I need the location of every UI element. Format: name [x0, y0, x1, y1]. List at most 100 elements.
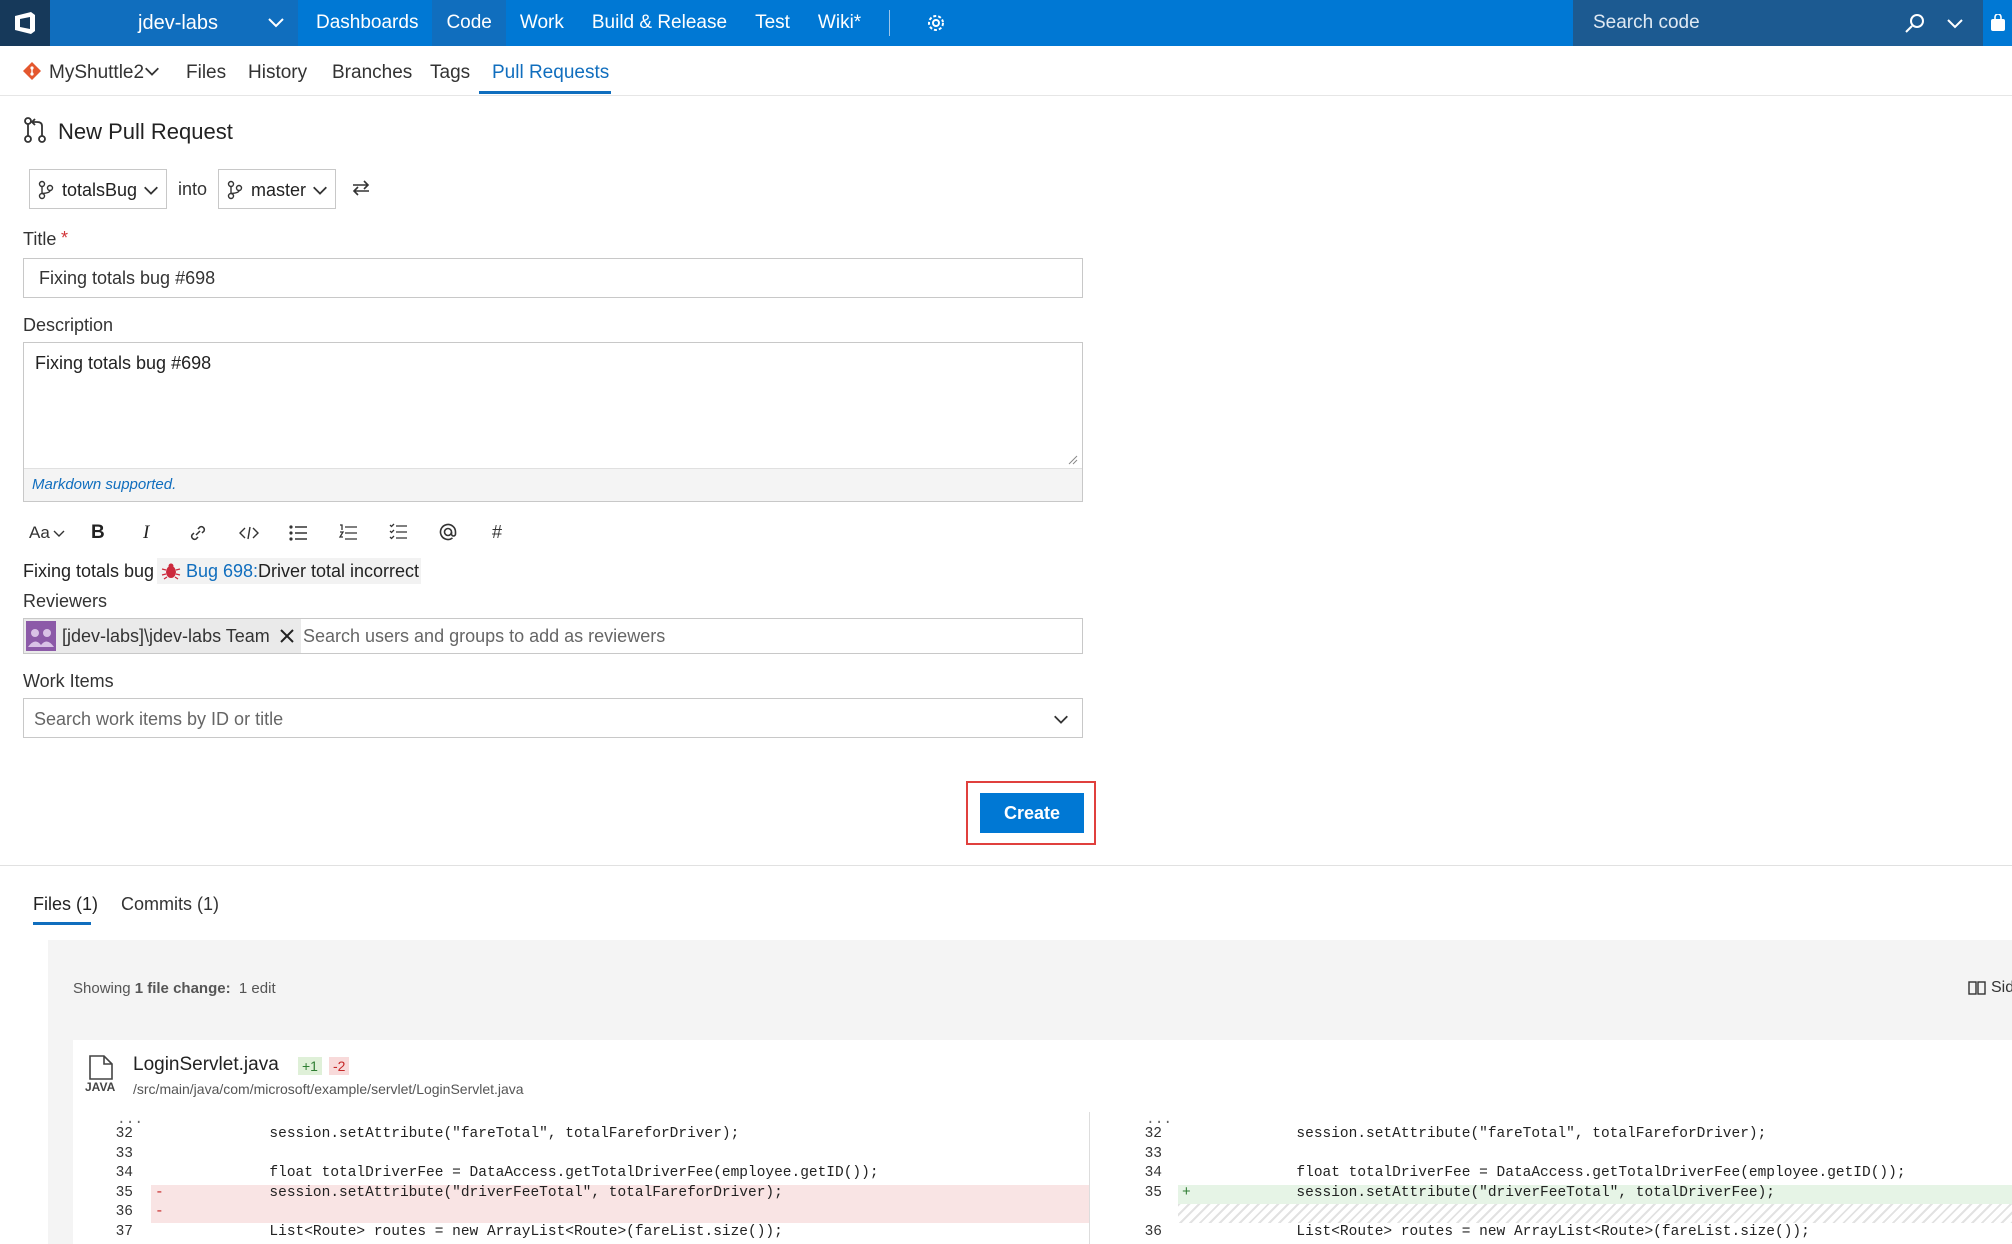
description-container: Fixing totals bug #698 Markdown supporte…	[23, 342, 1083, 502]
file-diff-card: JAVA LoginServlet.java +1 -2 /src/main/j…	[73, 1040, 2012, 1244]
title-input-value: Fixing totals bug #698	[39, 268, 216, 288]
empty-line-placeholder	[1178, 1204, 2012, 1223]
target-branch-dropdown[interactable]: master	[218, 169, 336, 209]
subnav-branches[interactable]: Branches	[332, 62, 412, 84]
line-number: 36	[115, 1204, 133, 1220]
line-number: 37	[115, 1223, 133, 1240]
line-number: 33	[115, 1145, 133, 1162]
mention-icon[interactable]	[438, 522, 458, 542]
link-icon[interactable]	[188, 523, 208, 543]
view-toggle-label[interactable]: Sid	[1991, 979, 2012, 997]
bold-button[interactable]: B	[91, 522, 105, 544]
repo-selector[interactable]: MyShuttle2	[49, 62, 144, 84]
pull-request-icon	[24, 117, 46, 143]
active-tab-underline	[479, 91, 611, 94]
subnav-files[interactable]: Files	[186, 62, 226, 84]
bug-icon	[161, 563, 181, 580]
file-name[interactable]: LoginServlet.java	[133, 1054, 279, 1076]
search-code-box[interactable]: Search code	[1573, 0, 1983, 46]
subnav-pull-requests[interactable]: Pull Requests	[492, 62, 609, 84]
nav-divider	[889, 10, 890, 36]
line-number: 32	[115, 1126, 133, 1142]
numbered-list-icon[interactable]	[338, 523, 358, 543]
nav-test[interactable]: Test	[741, 0, 804, 46]
subnav-history[interactable]: History	[248, 62, 307, 84]
nav-code[interactable]: Code	[432, 0, 506, 46]
work-items-search[interactable]: Search work items by ID or title	[23, 698, 1083, 738]
diff-line: 34 float totalDriverFee = DataAccess.get…	[1090, 1165, 2012, 1184]
line-number: 34	[1144, 1165, 1162, 1181]
bulleted-list-icon[interactable]	[288, 523, 308, 543]
close-icon[interactable]	[279, 628, 295, 644]
reviewers-input[interactable]: [jdev-labs]\jdev-labs Team Search users …	[23, 618, 1083, 654]
code-text: session.setAttribute("driverFeeTotal", t…	[165, 1184, 783, 1201]
chevron-down-icon[interactable]	[143, 62, 161, 80]
line-number: 36	[1144, 1223, 1162, 1240]
line-number: 35	[115, 1184, 133, 1201]
markdown-hint[interactable]: Markdown supported.	[32, 476, 176, 493]
description-label: Description	[23, 315, 114, 335]
chevron-down-icon[interactable]	[1052, 710, 1070, 728]
linked-bug-chip[interactable]: Bug 698: Driver total incorrect	[157, 558, 421, 584]
linked-text: Fixing totals bug	[23, 561, 155, 581]
vsts-logo[interactable]	[0, 0, 50, 46]
top-bar: jdev-labs Dashboards Code Work Build & R…	[0, 0, 2012, 46]
target-branch-name: master	[251, 180, 307, 200]
linked-bug-title: Driver total incorrect	[258, 561, 420, 581]
diff-line: 35 - session.setAttribute("driverFeeTotal…	[73, 1184, 1089, 1204]
work-item-hashtag-button[interactable]: #	[492, 522, 502, 543]
nav-work[interactable]: Work	[506, 0, 578, 46]
italic-button[interactable]: I	[143, 522, 149, 544]
chevron-down-icon	[313, 186, 327, 195]
subnav-tags[interactable]: Tags	[430, 62, 470, 84]
diff-line: 32 session.setAttribute("fareTotal", tot…	[1090, 1126, 2012, 1145]
gear-icon[interactable]	[924, 11, 948, 35]
shopping-bag-icon	[1990, 14, 2005, 31]
project-name: jdev-labs	[138, 11, 219, 34]
diff-marker: -	[155, 1184, 164, 1201]
diff-line: 36 List<Route> routes = new ArrayList<Ro…	[1090, 1224, 2012, 1243]
branch-icon	[227, 180, 243, 200]
diff-marker: -	[155, 1204, 164, 1220]
line-number: 34	[115, 1165, 133, 1181]
tab-commits[interactable]: Commits (1)	[121, 894, 219, 915]
changes-panel: Showing 1 file change: 1 edit Sid JAVA L…	[48, 940, 2012, 1244]
summary-file-count: 1 file change:	[134, 980, 231, 997]
file-path: /src/main/java/com/microsoft/example/ser…	[133, 1081, 524, 1097]
code-text: List<Route> routes = new ArrayList<Route…	[165, 1223, 783, 1240]
hub-nav: Dashboards Code Work Build & Release Tes…	[302, 0, 875, 46]
chevron-down-icon[interactable]	[1945, 13, 1965, 33]
chevron-down-icon	[144, 186, 158, 195]
create-button[interactable]: Create	[980, 793, 1084, 833]
diff-line	[1090, 1204, 2012, 1223]
text-size-button[interactable]: Aa	[29, 523, 50, 543]
project-selector[interactable]: jdev-labs	[50, 0, 298, 46]
nav-build-release[interactable]: Build & Release	[578, 0, 741, 46]
into-label: into	[178, 179, 208, 199]
task-list-icon[interactable]	[388, 522, 408, 542]
summary-prefix: Showing	[73, 980, 131, 997]
source-branch-dropdown[interactable]: totalsBug	[29, 169, 167, 209]
work-items-placeholder: Search work items by ID or title	[34, 709, 284, 729]
title-input[interactable]: Fixing totals bug #698	[23, 258, 1083, 298]
code-text: float totalDriverFee = DataAccess.getTot…	[1192, 1165, 1906, 1181]
changes-summary: Showing 1 file change: 1 edit	[73, 980, 276, 997]
reviewer-chip: [jdev-labs]\jdev-labs Team	[24, 619, 301, 653]
search-icon[interactable]	[1903, 11, 1927, 35]
marketplace-icon[interactable]	[1983, 0, 2012, 46]
file-type-label: JAVA	[85, 1080, 116, 1094]
code-text: session.setAttribute("fareTotal", totalF…	[1192, 1126, 1767, 1142]
nav-wiki[interactable]: Wiki*	[804, 0, 875, 46]
create-highlight: Create	[966, 781, 1096, 845]
chevron-down-icon[interactable]	[52, 528, 66, 540]
nav-dashboards[interactable]: Dashboards	[302, 0, 432, 46]
side-by-side-icon[interactable]	[1968, 980, 1986, 996]
title-label: Title	[23, 229, 57, 249]
tab-files[interactable]: Files (1)	[33, 894, 98, 915]
code-icon[interactable]	[238, 524, 260, 542]
deleted-line-highlight	[151, 1204, 1089, 1223]
swap-branches-icon[interactable]	[350, 178, 372, 198]
resize-handle-icon[interactable]	[1068, 455, 1078, 465]
description-textarea[interactable]: Fixing totals bug #698	[24, 343, 1082, 469]
code-text: session.setAttribute("fareTotal", totalF…	[165, 1126, 740, 1142]
